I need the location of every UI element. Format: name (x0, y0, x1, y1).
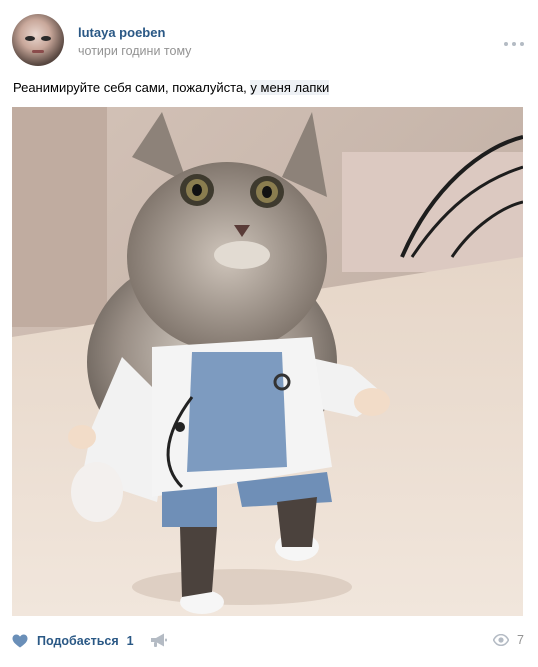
dot (520, 42, 524, 46)
post-text-main: Реанимируйте себя сами, пожалуйста, (13, 80, 251, 95)
avatar-eye (41, 36, 51, 41)
like-count: 1 (126, 634, 134, 648)
avatar-mouth (32, 50, 44, 53)
heart-icon (12, 634, 28, 648)
like-button[interactable]: Подобається 1 (12, 631, 134, 651)
avatar[interactable] (12, 14, 64, 66)
eye-icon (493, 634, 510, 646)
like-label: Подобається (37, 634, 119, 648)
cat-in-doctor-costume-image (12, 107, 523, 616)
views-counter: 7 (493, 632, 524, 648)
post-time[interactable]: чотири години тому (78, 44, 191, 58)
dot (504, 42, 508, 46)
wall-post: lutaya poeben чотири години тому Реаними… (0, 0, 538, 667)
post-header: lutaya poeben чотири години тому (12, 14, 526, 68)
views-count: 7 (517, 633, 524, 647)
avatar-eye (25, 36, 35, 41)
dot (512, 42, 516, 46)
megaphone-icon[interactable] (150, 632, 168, 648)
post-text: Реанимируйте себя сами, пожалуйста, у ме… (13, 80, 330, 95)
post-text-highlight: у меня лапки (250, 80, 330, 95)
more-icon[interactable] (504, 40, 524, 48)
post-photo[interactable] (12, 107, 523, 616)
post-footer: Подобається 1 7 (12, 624, 526, 656)
author-name[interactable]: lutaya poeben (78, 25, 165, 40)
